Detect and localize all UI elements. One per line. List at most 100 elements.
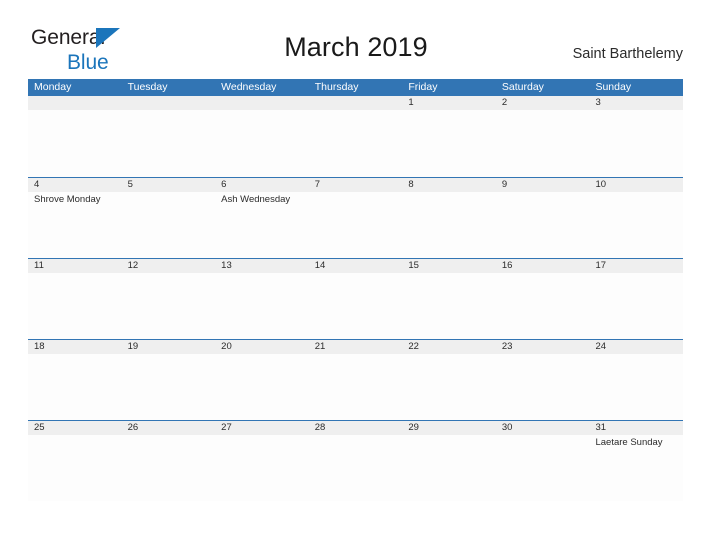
day-cell[interactable] [122,435,216,501]
week-event-band [28,273,683,339]
day-cell[interactable] [589,354,683,420]
day-number[interactable]: 10 [589,178,683,192]
day-number[interactable]: 3 [589,96,683,110]
day-cell[interactable]: Shrove Monday [28,192,122,258]
weekday-header-sunday: Sunday [595,81,632,93]
day-cell[interactable] [28,435,122,501]
day-number[interactable]: 20 [215,340,309,354]
day-cell[interactable] [402,192,496,258]
day-cell[interactable] [496,110,590,176]
day-number-empty [122,96,216,110]
week-date-band: 25 26 27 28 29 30 31 [28,421,683,435]
calendar-week-row: 18 19 20 21 22 23 24 [28,339,683,420]
day-cell[interactable] [309,354,403,420]
day-cell [28,110,122,176]
day-number[interactable]: 8 [402,178,496,192]
day-cell[interactable] [28,273,122,339]
calendar-page: General Blue March 2019 Saint Barthelemy… [0,0,712,550]
calendar-week-row: 4 5 6 7 8 9 10 Shrove Monday Ash Wednesday [28,177,683,258]
day-cell[interactable] [402,354,496,420]
day-number[interactable]: 14 [309,259,403,273]
weekday-header-wednesday: Wednesday [221,81,277,93]
day-number[interactable]: 2 [496,96,590,110]
day-cell[interactable] [309,192,403,258]
page-header: General Blue March 2019 Saint Barthelemy [0,0,712,73]
week-event-band: Shrove Monday Ash Wednesday [28,192,683,258]
day-number[interactable]: 28 [309,421,403,435]
day-number-empty [309,96,403,110]
day-cell[interactable] [496,192,590,258]
day-number[interactable]: 23 [496,340,590,354]
week-date-band: 11 12 13 14 15 16 17 [28,259,683,273]
calendar-week-row: 25 26 27 28 29 30 31 Laetare Sunday [28,420,683,501]
day-number[interactable]: 18 [28,340,122,354]
day-number[interactable]: 5 [122,178,216,192]
day-event: Shrove Monday [34,194,101,205]
day-cell[interactable] [496,273,590,339]
day-number-empty [28,96,122,110]
day-cell[interactable] [589,273,683,339]
day-number[interactable]: 7 [309,178,403,192]
weekday-header-row: Monday Tuesday Wednesday Thursday Friday Satu… [28,79,683,96]
location-label: Saint Barthelemy [572,46,683,62]
weekday-header-monday: Monday [34,81,72,93]
day-number[interactable]: 30 [496,421,590,435]
day-number[interactable]: 9 [496,178,590,192]
day-number[interactable]: 12 [122,259,216,273]
day-number[interactable]: 27 [215,421,309,435]
day-number[interactable]: 22 [402,340,496,354]
day-number[interactable]: 4 [28,178,122,192]
day-event: Ash Wednesday [221,194,291,205]
day-number[interactable]: 16 [496,259,590,273]
calendar-week-row: 11 12 13 14 15 16 17 [28,258,683,339]
day-cell[interactable] [589,110,683,176]
day-number[interactable]: 19 [122,340,216,354]
day-number[interactable]: 26 [122,421,216,435]
day-number[interactable]: 21 [309,340,403,354]
calendar-weeks: 1 2 3 4 5 6 7 8 9 10 Shrove Monday Ash Wednesday 11 1… [28,96,683,501]
day-number[interactable]: 31 [589,421,683,435]
week-date-band: 4 5 6 7 8 9 10 [28,178,683,192]
day-cell [309,110,403,176]
weekday-header-saturday: Saturday [501,81,544,93]
calendar-grid: Monday Tuesday Wednesday Thursday Friday Satu… [28,79,683,501]
week-date-band: 18 19 20 21 22 23 24 [28,340,683,354]
day-cell[interactable] [402,435,496,501]
day-number[interactable]: 29 [402,421,496,435]
week-event-band [28,110,683,176]
day-number[interactable]: 17 [589,259,683,273]
day-cell[interactable] [402,273,496,339]
day-cell[interactable] [215,435,309,501]
day-number[interactable]: 13 [215,259,309,273]
day-cell[interactable] [402,110,496,176]
day-number-empty [215,96,309,110]
day-cell[interactable] [215,273,309,339]
day-cell[interactable] [122,273,216,339]
day-number[interactable]: 6 [215,178,309,192]
day-number[interactable]: 11 [28,259,122,273]
day-cell[interactable] [589,192,683,258]
day-cell[interactable] [28,354,122,420]
day-cell[interactable] [122,192,216,258]
weekday-header-thursday: Thursday [314,81,359,93]
day-cell[interactable] [122,354,216,420]
calendar-week-row: 123 [28,96,683,177]
day-cell[interactable] [496,435,590,501]
day-cell[interactable] [309,435,403,501]
day-event: Laetare Sunday [595,437,663,448]
day-cell[interactable] [496,354,590,420]
day-cell [215,110,309,176]
day-number[interactable]: 1 [402,96,496,110]
day-cell[interactable] [309,273,403,339]
week-date-band: 123 [28,96,683,110]
day-cell[interactable]: Laetare Sunday [589,435,683,501]
weekday-header-friday: Friday [408,81,438,93]
day-number[interactable]: 25 [28,421,122,435]
day-number[interactable]: 15 [402,259,496,273]
day-number[interactable]: 24 [589,340,683,354]
day-cell[interactable] [215,354,309,420]
week-event-band [28,354,683,420]
week-event-band: Laetare Sunday [28,435,683,501]
weekday-header-tuesday: Tuesday [127,81,168,93]
day-cell[interactable]: Ash Wednesday [215,192,309,258]
